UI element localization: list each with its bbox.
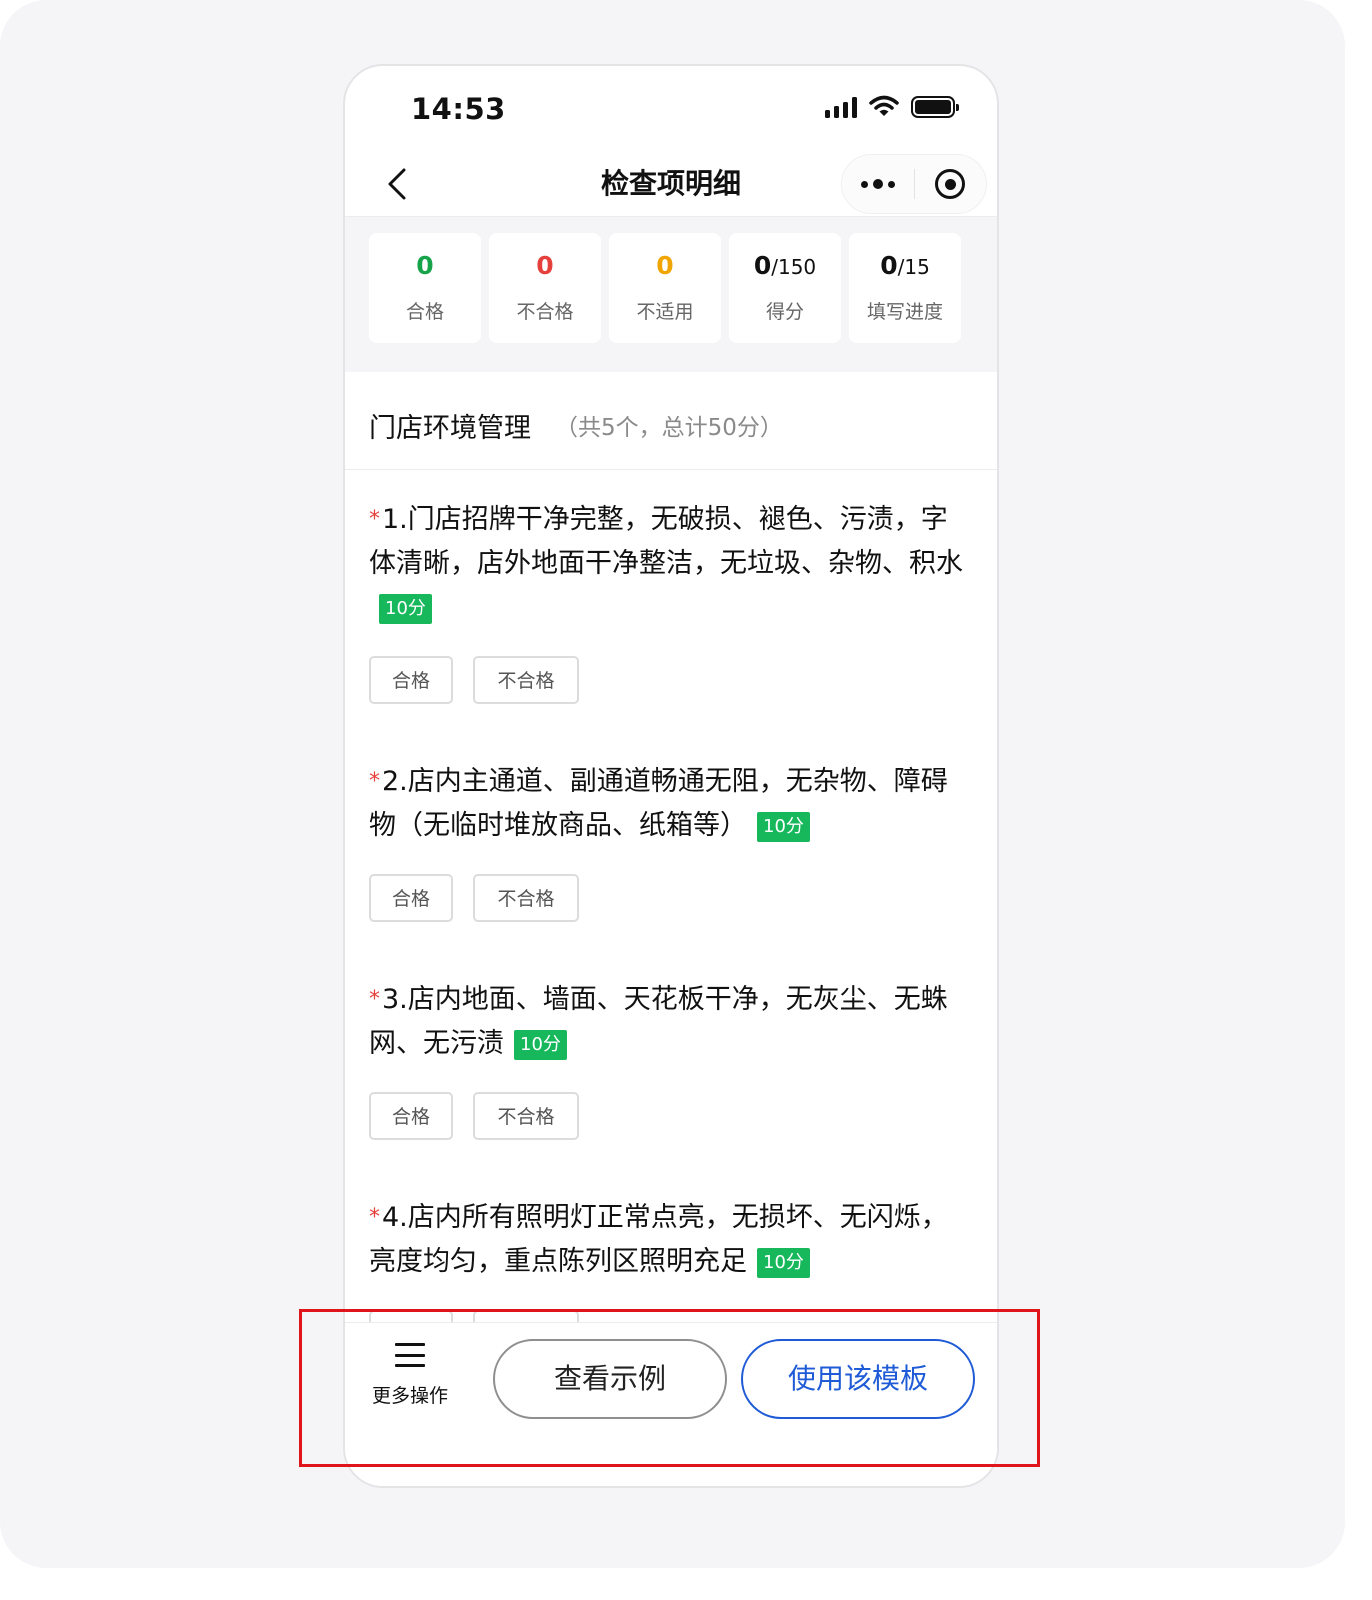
more-options-button[interactable]	[842, 155, 914, 213]
pass-option-button[interactable]: 合格	[369, 656, 453, 704]
check-item-text: *2.店内主通道、副通道畅通无阻，无杂物、障碍物（无临时堆放商品、纸箱等） 10分	[369, 760, 969, 848]
bottom-action-bar: 更多操作 查看示例 使用该模板	[345, 1322, 997, 1486]
check-item-text: *4.店内所有照明灯正常点亮，无损坏、无闪烁，亮度均匀，重点陈列区照明充足 10分	[369, 1196, 969, 1284]
stat-denominator: /150	[771, 255, 817, 279]
stat-value: 0	[536, 251, 554, 280]
check-item-text: *3.店内地面、墙面、天花板干净，无灰尘、无蛛网、无污渍 10分	[369, 978, 969, 1066]
close-mini-program-button[interactable]	[915, 155, 987, 213]
required-mark: *	[369, 1205, 380, 1230]
check-item-options: 合格 不合格	[369, 656, 579, 704]
check-item: *4.店内所有照明灯正常点亮，无损坏、无闪烁，亮度均匀，重点陈列区照明充足 10分…	[369, 1196, 969, 1358]
status-time: 14:53	[411, 92, 506, 126]
nav-bar: 检查项明细	[345, 148, 997, 218]
fail-option-button[interactable]: 不合格	[473, 1092, 579, 1140]
section-title: 门店环境管理	[369, 413, 531, 444]
signal-icon	[825, 96, 857, 118]
stat-fail: 0 不合格	[489, 233, 601, 343]
pass-option-button[interactable]: 合格	[369, 1092, 453, 1140]
target-icon	[935, 169, 966, 199]
stat-value: 0	[416, 251, 434, 280]
required-mark: *	[369, 769, 380, 794]
check-item: *1.门店招牌干净完整，无破损、褪色、污渍，字体清晰，店外地面干净整洁，无垃圾、…	[369, 498, 969, 704]
check-item-text: *1.门店招牌干净完整，无破损、褪色、污渍，字体清晰，店外地面干净整洁，无垃圾、…	[369, 498, 969, 630]
check-item: *3.店内地面、墙面、天花板干净，无灰尘、无蛛网、无污渍 10分 合格 不合格	[369, 978, 969, 1140]
score-tag: 10分	[757, 1247, 810, 1278]
stat-progress: 0/15 填写进度	[849, 233, 961, 343]
stat-label: 不合格	[516, 301, 574, 323]
score-tag: 10分	[514, 1029, 567, 1060]
stat-value: 0	[880, 251, 898, 280]
section-subtitle: （共5个，总计50分）	[555, 415, 783, 441]
stat-score: 0/150 得分	[729, 233, 841, 343]
more-dots-icon	[860, 179, 895, 189]
check-item-description: 4.店内所有照明灯正常点亮，无损坏、无闪烁，亮度均匀，重点陈列区照明充足	[369, 1202, 948, 1277]
check-item-description: 1.门店招牌干净完整，无破损、褪色、污渍，字体清晰，店外地面干净整洁，无垃圾、杂…	[369, 504, 963, 579]
required-mark: *	[369, 507, 380, 532]
wifi-icon	[869, 95, 899, 116]
phone-frame: 14:53 检查项明细 0 合格 0 不合格 0 不适用 0/150 得分 0/…	[343, 64, 999, 1488]
stat-value: 0	[753, 251, 772, 280]
section-header: 门店环境管理 （共5个，总计50分）	[345, 372, 997, 470]
stat-value: 0	[656, 251, 674, 280]
view-example-button[interactable]: 查看示例	[493, 1339, 727, 1419]
battery-icon	[911, 96, 959, 118]
stat-pass: 0 合格	[369, 233, 481, 343]
check-item-description: 2.店内主通道、副通道畅通无阻，无杂物、障碍物（无临时堆放商品、纸箱等）	[369, 766, 948, 841]
more-actions-label: 更多操作	[371, 1385, 448, 1407]
pass-option-button[interactable]: 合格	[369, 874, 453, 922]
stat-label: 合格	[405, 301, 444, 323]
check-item-options: 合格 不合格	[369, 874, 579, 922]
stat-denominator: /15	[897, 255, 930, 279]
check-item-description: 3.店内地面、墙面、天花板干净，无灰尘、无蛛网、无污渍	[369, 984, 948, 1059]
score-tag: 10分	[757, 811, 810, 842]
check-item-options: 合格 不合格	[369, 1092, 579, 1140]
required-mark: *	[369, 987, 380, 1012]
fail-option-button[interactable]: 不合格	[473, 656, 579, 704]
check-item: *2.店内主通道、副通道畅通无阻，无杂物、障碍物（无临时堆放商品、纸箱等） 10分…	[369, 760, 969, 922]
stat-label: 不适用	[636, 301, 694, 323]
more-actions-button[interactable]: 更多操作	[365, 1343, 455, 1423]
mini-program-capsule	[841, 154, 987, 214]
stat-not-applicable: 0 不适用	[609, 233, 721, 343]
status-icons	[825, 94, 959, 120]
menu-icon	[395, 1343, 425, 1367]
score-tag: 10分	[379, 593, 432, 624]
stat-label: 得分	[765, 301, 804, 323]
fail-option-button[interactable]: 不合格	[473, 874, 579, 922]
stat-label: 填写进度	[866, 301, 943, 323]
stats-panel: 0 合格 0 不合格 0 不适用 0/150 得分 0/15 填写进度	[345, 216, 997, 372]
use-template-button[interactable]: 使用该模板	[741, 1339, 975, 1419]
